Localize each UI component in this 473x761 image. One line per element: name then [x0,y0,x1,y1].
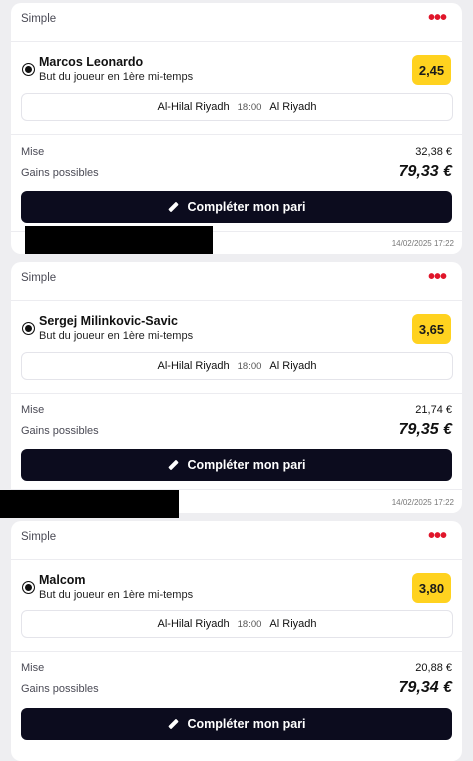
bet-date: 14/02/2025 17:22 [391,239,454,248]
match-time: 18:00 [237,101,262,113]
redacted-area [25,226,213,254]
bet-card-2: Simple ••• Sergej Milinkovic-Savic But d… [11,262,462,513]
potential-gain-label: Gains possibles [21,683,99,695]
home-team: Al-Hilal Riyadh [157,618,230,630]
complete-bet-label: Compléter mon pari [187,458,306,472]
player-name: Marcos Leonardo [39,55,144,69]
complete-bet-button[interactable]: Compléter mon pari [21,191,452,223]
home-team: Al-Hilal Riyadh [157,360,230,372]
redacted-area [0,490,179,518]
bet-type-label: Simple [21,531,57,543]
odds-badge: 2,45 [412,55,451,85]
bet-card-header: Simple ••• [11,262,462,301]
match-time: 18:00 [237,360,262,372]
match-info[interactable]: Al-Hilal Riyadh 18:00 Al Riyadh [21,610,453,638]
market-name: But du joueur en 1ère mi-temps [39,330,194,342]
selection: Marcos Leonardo But du joueur en 1ère mi… [11,42,462,96]
bet-card-1: Simple ••• Marcos Leonardo But du joueur… [11,3,462,254]
potential-gain-label: Gains possibles [21,167,99,179]
potential-gain-label: Gains possibles [21,425,99,437]
selection: Sergej Milinkovic-Savic But du joueur en… [11,301,462,355]
market-name: But du joueur en 1ère mi-temps [39,589,194,601]
pencil-icon [167,718,179,730]
odds-badge: 3,65 [412,314,451,344]
bet-date: 14/02/2025 17:22 [391,498,454,507]
stake-label: Mise [21,662,45,674]
complete-bet-label: Compléter mon pari [187,200,306,214]
divider [11,134,462,135]
pencil-icon [167,201,179,213]
match-time: 18:00 [237,618,262,630]
selection: Malcom But du joueur en 1ère mi-temps 3,… [11,560,462,614]
potential-gain-value: 79,34 € [398,679,452,696]
more-dots-icon[interactable]: ••• [428,8,447,28]
pencil-icon [167,459,179,471]
player-name: Malcom [39,573,86,587]
match-info[interactable]: Al-Hilal Riyadh 18:00 Al Riyadh [21,93,453,121]
soccer-ball-icon [22,581,35,594]
bet-card-header: Simple ••• [11,521,462,560]
soccer-ball-icon [22,63,35,76]
away-team: Al Riyadh [269,360,317,372]
match-info[interactable]: Al-Hilal Riyadh 18:00 Al Riyadh [21,352,453,380]
home-team: Al-Hilal Riyadh [157,101,230,113]
stake-value: 21,74 € [415,404,452,416]
bet-type-label: Simple [21,272,57,284]
stake-label: Mise [21,404,45,416]
away-team: Al Riyadh [269,618,317,630]
odds-badge: 3,80 [412,573,451,603]
bet-type-label: Simple [21,13,57,25]
stake-label: Mise [21,146,45,158]
more-dots-icon[interactable]: ••• [428,267,447,287]
away-team: Al Riyadh [269,101,317,113]
more-dots-icon[interactable]: ••• [428,526,447,546]
market-name: But du joueur en 1ère mi-temps [39,71,194,83]
complete-bet-label: Compléter mon pari [187,717,306,731]
bet-card-header: Simple ••• [11,3,462,42]
potential-gain-value: 79,35 € [398,421,452,438]
stake-value: 20,88 € [415,662,452,674]
stake-value: 32,38 € [415,146,452,158]
divider [11,651,462,652]
complete-bet-button[interactable]: Compléter mon pari [21,449,452,481]
bet-card-3: Simple ••• Malcom But du joueur en 1ère … [11,521,462,761]
player-name: Sergej Milinkovic-Savic [39,314,178,328]
complete-bet-button[interactable]: Compléter mon pari [21,708,452,740]
soccer-ball-icon [22,322,35,335]
divider [11,393,462,394]
potential-gain-value: 79,33 € [398,163,452,180]
